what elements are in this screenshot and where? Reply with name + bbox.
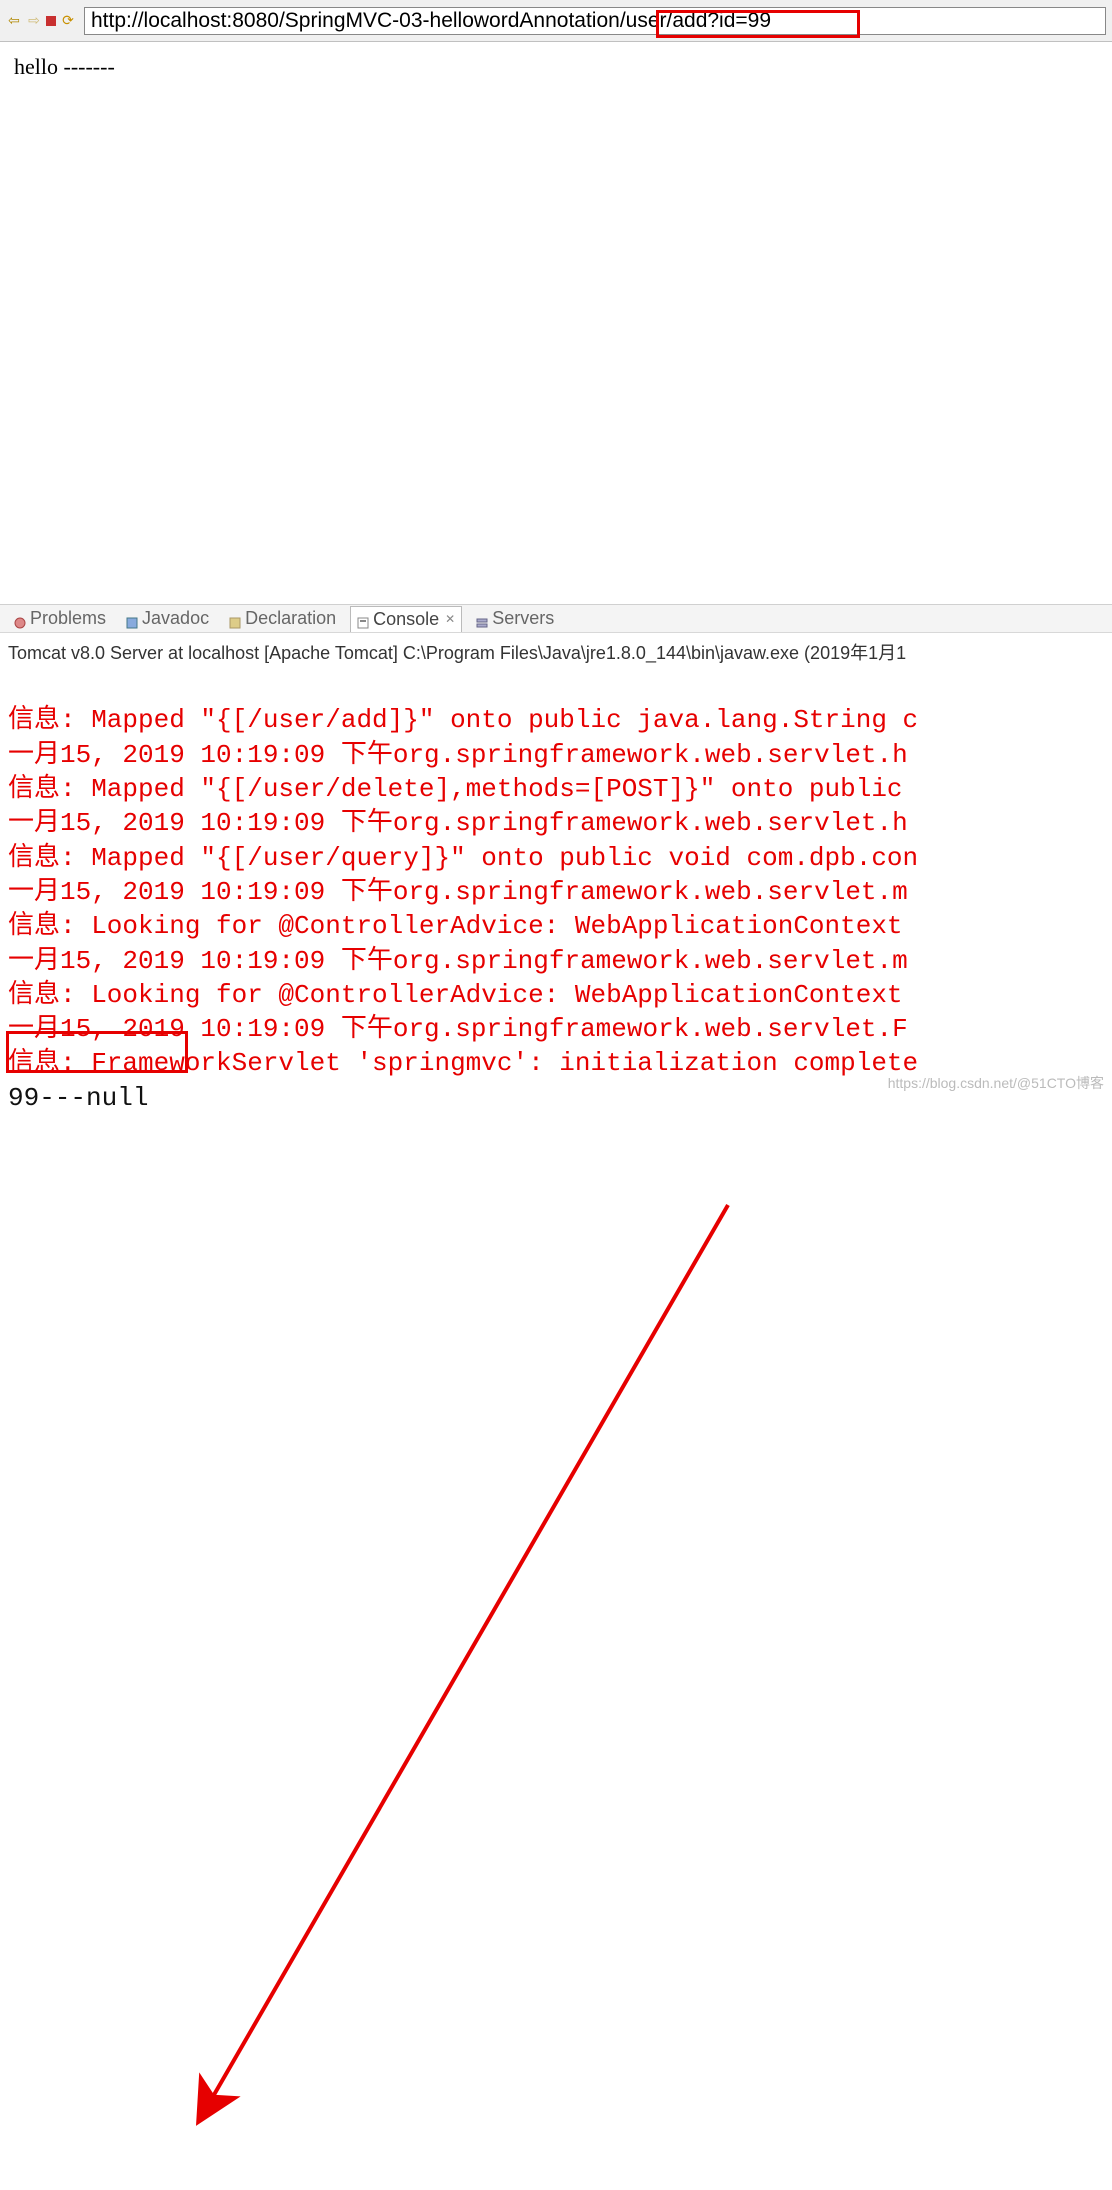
bottom-tabs: Problems Javadoc Declaration Console ✕ S… bbox=[0, 605, 1112, 633]
tab-declaration[interactable]: Declaration bbox=[223, 606, 342, 631]
tab-javadoc[interactable]: Javadoc bbox=[120, 606, 215, 631]
console-line: 一月15, 2019 10:19:09 下午org.springframewor… bbox=[8, 946, 908, 976]
watermark: https://blog.csdn.net/@51CTO博客 bbox=[888, 1073, 1104, 1093]
console-header: Tomcat v8.0 Server at localhost [Apache … bbox=[0, 633, 1112, 669]
tab-label: Servers bbox=[492, 608, 554, 629]
forward-icon[interactable]: ⇨ bbox=[26, 13, 42, 29]
refresh-icon[interactable]: ⟳ bbox=[60, 13, 76, 29]
tab-console[interactable]: Console ✕ bbox=[350, 606, 462, 632]
url-bar[interactable]: http://localhost:8080/SpringMVC-03-hello… bbox=[84, 7, 1106, 35]
tab-label: Declaration bbox=[245, 608, 336, 629]
annotation-output-box bbox=[6, 1031, 188, 1073]
annotation-arrow bbox=[0, 1115, 1112, 2190]
url-text: http://localhost:8080/SpringMVC-03-hello… bbox=[91, 9, 771, 33]
tab-label: Problems bbox=[30, 608, 106, 629]
console-line: 信息: Mapped "{[/user/add]}" onto public j… bbox=[8, 705, 918, 735]
console-line: 信息: Looking for @ControllerAdvice: WebAp… bbox=[8, 911, 918, 941]
console-line: 信息: Mapped "{[/user/delete],methods=[POS… bbox=[8, 774, 918, 804]
browser-toolbar: ⇦ ⇨ ⟳ http://localhost:8080/SpringMVC-03… bbox=[0, 0, 1112, 42]
tab-label: Console bbox=[373, 609, 439, 630]
console-line: 信息: Mapped "{[/user/query]}" onto public… bbox=[8, 843, 918, 873]
problems-icon bbox=[14, 613, 26, 625]
tab-servers[interactable]: Servers bbox=[470, 606, 560, 631]
console-icon bbox=[357, 613, 369, 625]
back-icon[interactable]: ⇦ bbox=[6, 13, 22, 29]
close-icon[interactable]: ✕ bbox=[445, 612, 455, 626]
page-content: hello ------- bbox=[0, 42, 1112, 605]
stop-icon[interactable] bbox=[46, 16, 56, 26]
declaration-icon bbox=[229, 613, 241, 625]
tab-label: Javadoc bbox=[142, 608, 209, 629]
console-line: 一月15, 2019 10:19:09 下午org.springframewor… bbox=[8, 877, 908, 907]
console-line: 一月15, 2019 10:19:09 下午org.springframewor… bbox=[8, 740, 908, 770]
servers-icon bbox=[476, 613, 488, 625]
javadoc-icon bbox=[126, 613, 138, 625]
tab-problems[interactable]: Problems bbox=[8, 606, 112, 631]
page-text: hello ------- bbox=[14, 54, 115, 79]
console-stdout: 99---null bbox=[8, 1083, 148, 1113]
console-line: 信息: Looking for @ControllerAdvice: WebAp… bbox=[8, 980, 918, 1010]
console-line: 一月15, 2019 10:19:09 下午org.springframewor… bbox=[8, 808, 908, 838]
